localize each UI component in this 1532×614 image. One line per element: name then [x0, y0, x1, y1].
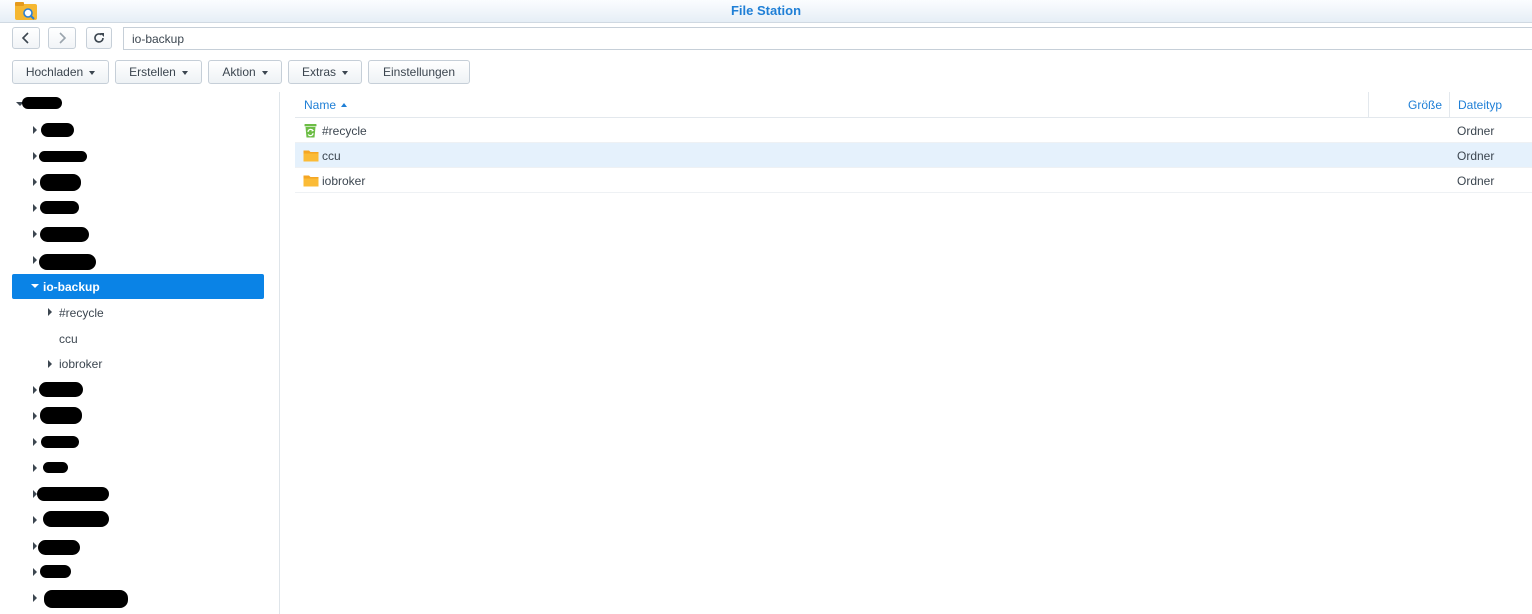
extras-button[interactable]: Extras: [288, 60, 362, 84]
chevron-down-icon: [181, 70, 188, 75]
collapse-arrow-icon[interactable]: [33, 438, 37, 446]
create-button-label: Erstellen: [129, 65, 176, 79]
chevron-left-icon: [21, 32, 29, 44]
settings-button-label: Einstellungen: [382, 65, 456, 79]
column-header-size-label: Größe: [1407, 97, 1442, 112]
column-header-type-label: Dateityp: [1458, 97, 1503, 112]
redacted-label: [40, 565, 71, 578]
redacted-label: [40, 227, 89, 242]
file-type: Ordner: [1457, 149, 1495, 163]
collapse-arrow-icon[interactable]: [33, 204, 37, 212]
action-button-label: Aktion: [222, 65, 256, 79]
expand-arrow-icon[interactable]: [31, 284, 39, 288]
file-row-ccu[interactable]: ccu Ordner: [295, 143, 1532, 168]
recycle-bin-icon: [304, 124, 317, 138]
tree-item-recycle[interactable]: #recycle: [59, 306, 104, 320]
tree-item-io-backup-label: io-backup: [43, 280, 100, 294]
folder-icon: [303, 150, 319, 162]
collapse-arrow-icon[interactable]: [33, 464, 37, 472]
column-header-name-label: Name: [304, 97, 337, 112]
folder-icon: [303, 175, 319, 187]
chevron-down-icon: [89, 70, 96, 75]
file-type: Ordner: [1457, 124, 1495, 138]
file-name: iobroker: [322, 174, 366, 188]
redacted-label: [40, 201, 79, 214]
collapse-arrow-icon[interactable]: [33, 126, 37, 134]
settings-button[interactable]: Einstellungen: [368, 60, 470, 84]
redacted-label: [43, 511, 109, 527]
collapse-arrow-icon[interactable]: [33, 386, 37, 394]
collapse-arrow-icon[interactable]: [33, 542, 37, 550]
collapse-arrow-icon[interactable]: [33, 178, 37, 186]
upload-button[interactable]: Hochladen: [12, 60, 109, 84]
collapse-arrow-icon[interactable]: [48, 308, 52, 316]
collapse-arrow-icon[interactable]: [33, 152, 37, 160]
action-button[interactable]: Aktion: [208, 60, 282, 84]
collapse-arrow-icon[interactable]: [33, 516, 37, 524]
column-header-type[interactable]: Dateityp: [1450, 92, 1532, 118]
redacted-label: [40, 174, 81, 191]
redacted-label: [39, 382, 83, 397]
chevron-right-icon: [59, 32, 67, 44]
redacted-label: [22, 97, 62, 109]
redacted-label: [40, 407, 82, 424]
redacted-label: [38, 540, 80, 555]
refresh-icon: [94, 33, 104, 43]
redacted-label: [44, 590, 128, 608]
redacted-label: [37, 487, 109, 501]
redacted-label: [41, 436, 79, 448]
collapse-arrow-icon[interactable]: [33, 594, 37, 602]
file-name: ccu: [322, 149, 341, 163]
title-bar: File Station: [0, 0, 1532, 23]
file-type: Ordner: [1457, 174, 1495, 188]
refresh-button[interactable]: [86, 27, 112, 49]
collapse-arrow-icon[interactable]: [33, 568, 37, 576]
file-row-iobroker[interactable]: iobroker Ordner: [295, 168, 1532, 193]
forward-button[interactable]: [48, 27, 76, 49]
chevron-down-icon: [261, 70, 268, 75]
folder-tree: [0, 92, 280, 614]
extras-button-label: Extras: [301, 65, 336, 79]
create-button[interactable]: Erstellen: [115, 60, 202, 84]
window-title: File Station: [730, 3, 802, 18]
collapse-arrow-icon[interactable]: [33, 230, 37, 238]
file-row-recycle[interactable]: #recycle Ordner: [295, 118, 1532, 143]
column-header-size[interactable]: Größe: [1369, 92, 1449, 118]
path-input[interactable]: io-backup: [123, 27, 1532, 50]
sort-ascending-icon: [341, 102, 348, 107]
redacted-label: [39, 151, 87, 162]
tree-item-ccu[interactable]: ccu: [59, 332, 78, 346]
column-header-name[interactable]: Name: [295, 92, 1368, 118]
file-name: #recycle: [322, 124, 367, 138]
back-button[interactable]: [12, 27, 40, 49]
redacted-label: [43, 462, 68, 473]
tree-item-iobroker[interactable]: iobroker: [59, 357, 102, 371]
collapse-arrow-icon[interactable]: [48, 360, 52, 368]
redacted-label: [39, 254, 96, 270]
collapse-arrow-icon[interactable]: [33, 256, 37, 264]
collapse-arrow-icon[interactable]: [33, 412, 37, 420]
redacted-label: [41, 123, 74, 137]
upload-button-label: Hochladen: [25, 65, 84, 79]
chevron-down-icon: [342, 70, 348, 75]
